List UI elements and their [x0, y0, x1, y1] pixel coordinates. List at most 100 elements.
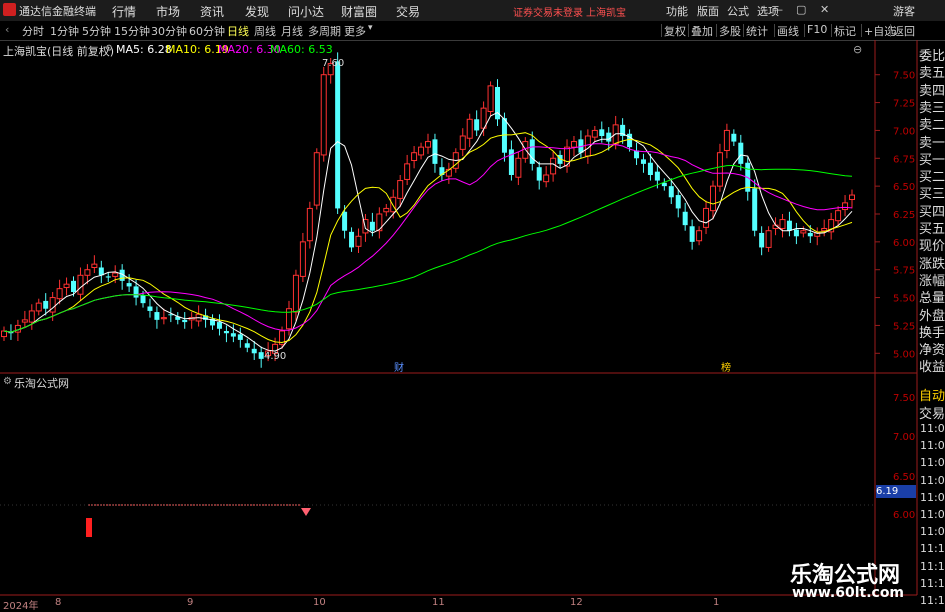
- toolbar-button-8[interactable]: 返回: [893, 23, 915, 39]
- ytick-label: 6.75: [893, 154, 915, 165]
- menu-button-2[interactable]: 公式: [727, 3, 749, 19]
- period-tab-9[interactable]: 多周期: [308, 23, 341, 39]
- candle-body: [425, 141, 431, 148]
- guest-button[interactable]: 游客: [893, 3, 915, 19]
- menu-item-5[interactable]: 财富圈: [341, 3, 377, 20]
- candle-body: [821, 227, 828, 232]
- watermark-url: www.60lt.com: [792, 585, 905, 601]
- candle-body: [647, 162, 653, 175]
- period-tab-5[interactable]: 60分钟: [189, 23, 225, 39]
- candle-body: [216, 322, 222, 329]
- subchart-gear-icon[interactable]: ⚙: [3, 376, 12, 387]
- menu-button-1[interactable]: 版面: [697, 3, 719, 19]
- toolbar-button-5[interactable]: F10: [807, 23, 827, 36]
- toolbar-sep: [661, 24, 662, 37]
- candle-body: [703, 207, 710, 228]
- period-tab-6[interactable]: 日线: [227, 23, 249, 39]
- period-tab-10[interactable]: 更多: [344, 23, 366, 39]
- candle-body: [418, 146, 425, 156]
- candle-body: [543, 174, 550, 183]
- quote-field-0: 委比: [919, 49, 945, 64]
- candle-body: [731, 133, 737, 142]
- toolbar-button-3[interactable]: 统计: [746, 23, 768, 39]
- kline-chart[interactable]: 7.50 7.25 7.00 6.75 6.50 6.25 6.00 5.75 5.50 5.25…: [0, 40, 945, 609]
- toolbar-sep: [890, 24, 891, 37]
- period-tab-3[interactable]: 15分钟: [114, 23, 150, 39]
- collapse-icon[interactable]: ⊖: [853, 43, 862, 56]
- candle-body: [786, 220, 792, 231]
- app-logo-icon: [3, 3, 16, 16]
- list-marker[interactable]: 榜: [721, 359, 731, 374]
- menu-item-0[interactable]: 行情: [112, 3, 136, 20]
- period-tab-4[interactable]: 30分钟: [151, 23, 187, 39]
- period-tab-8[interactable]: 月线: [281, 23, 303, 39]
- prev-icon[interactable]: ‹: [5, 23, 9, 36]
- candle-body: [126, 283, 132, 287]
- candle-body: [716, 152, 723, 187]
- quote-field-11: 现价: [919, 239, 945, 255]
- restore-icon[interactable]: ▢: [796, 3, 806, 16]
- finance-marker[interactable]: 财: [394, 359, 404, 374]
- menu-item-6[interactable]: 交易: [396, 3, 420, 20]
- menu-item-3[interactable]: 发现: [245, 3, 269, 20]
- trade-status[interactable]: 证券交易未登录: [513, 4, 583, 19]
- candle-body: [133, 286, 139, 298]
- candle-body: [550, 157, 557, 175]
- candle-body: [223, 331, 229, 334]
- candle-body: [160, 317, 167, 320]
- period-tab-0[interactable]: 分时: [22, 23, 44, 39]
- candle-body: [466, 118, 473, 139]
- toolbar-sep: [688, 24, 689, 37]
- toolbar-button-0[interactable]: 复权: [664, 23, 686, 39]
- candle-body: [320, 74, 327, 156]
- menu-item-4[interactable]: 问小达: [288, 3, 324, 20]
- xaxis-label-4: 11: [432, 597, 445, 608]
- quote-field-5: 卖一: [919, 135, 945, 151]
- trade-time-7: 11:10: [920, 542, 945, 556]
- candle-body: [28, 310, 35, 323]
- close-icon[interactable]: ✕: [820, 3, 829, 16]
- candle-body: [709, 185, 716, 212]
- menu-item-1[interactable]: 市场: [156, 3, 180, 20]
- period-tab-1[interactable]: 1分钟: [50, 23, 79, 39]
- settings-gear-icon[interactable]: ⚙: [105, 44, 113, 54]
- menu-item-2[interactable]: 资讯: [200, 3, 224, 20]
- candle-body: [299, 241, 306, 277]
- more-dropdown-icon[interactable]: ▾: [368, 23, 373, 33]
- candle-body: [835, 210, 842, 222]
- candle-body: [723, 129, 730, 151]
- menu-button-0[interactable]: 功能: [666, 3, 688, 19]
- quote-field-18: 收益: [919, 360, 945, 376]
- period-tab-7[interactable]: 周线: [254, 23, 276, 39]
- auto-label[interactable]: 自动: [919, 385, 945, 404]
- toolbar-button-4[interactable]: 画线: [777, 23, 799, 39]
- sub-ytick-label: 7.00: [893, 432, 915, 443]
- trade-label[interactable]: 交易: [919, 403, 945, 422]
- toolbar-button-1[interactable]: 叠加: [691, 23, 713, 39]
- toolbar-sep: [716, 24, 717, 37]
- candle-body: [112, 272, 119, 277]
- candle-body: [738, 142, 744, 164]
- candle-body: [35, 302, 42, 312]
- quote-field-16: 换手: [919, 325, 945, 341]
- candle-body: [634, 150, 640, 159]
- candle-body: [237, 334, 243, 340]
- toolbar-button-6[interactable]: 标记: [834, 23, 856, 39]
- candle-body: [411, 152, 418, 162]
- quote-field-15: 外盘: [919, 308, 945, 324]
- trade-time-0: 11:09: [920, 422, 945, 435]
- ytick-label: 5.00: [893, 349, 915, 360]
- candle-body: [849, 194, 855, 201]
- xaxis-label-2: 9: [187, 597, 194, 608]
- period-tab-2[interactable]: 5分钟: [82, 23, 111, 39]
- candle-body: [640, 159, 646, 164]
- ma-legend-0: MA5: 6.28: [116, 43, 172, 56]
- toolbar-button-2[interactable]: 多股: [719, 23, 741, 39]
- ytick-label: 7.25: [893, 99, 915, 110]
- candlestick-series: [1, 52, 855, 368]
- minimize-icon[interactable]: —: [772, 3, 783, 16]
- trade-time-5: 11:09: [920, 508, 945, 521]
- candle-body: [140, 295, 146, 304]
- candle-body: [807, 232, 813, 237]
- sub-ytick-label: 7.50: [893, 393, 915, 404]
